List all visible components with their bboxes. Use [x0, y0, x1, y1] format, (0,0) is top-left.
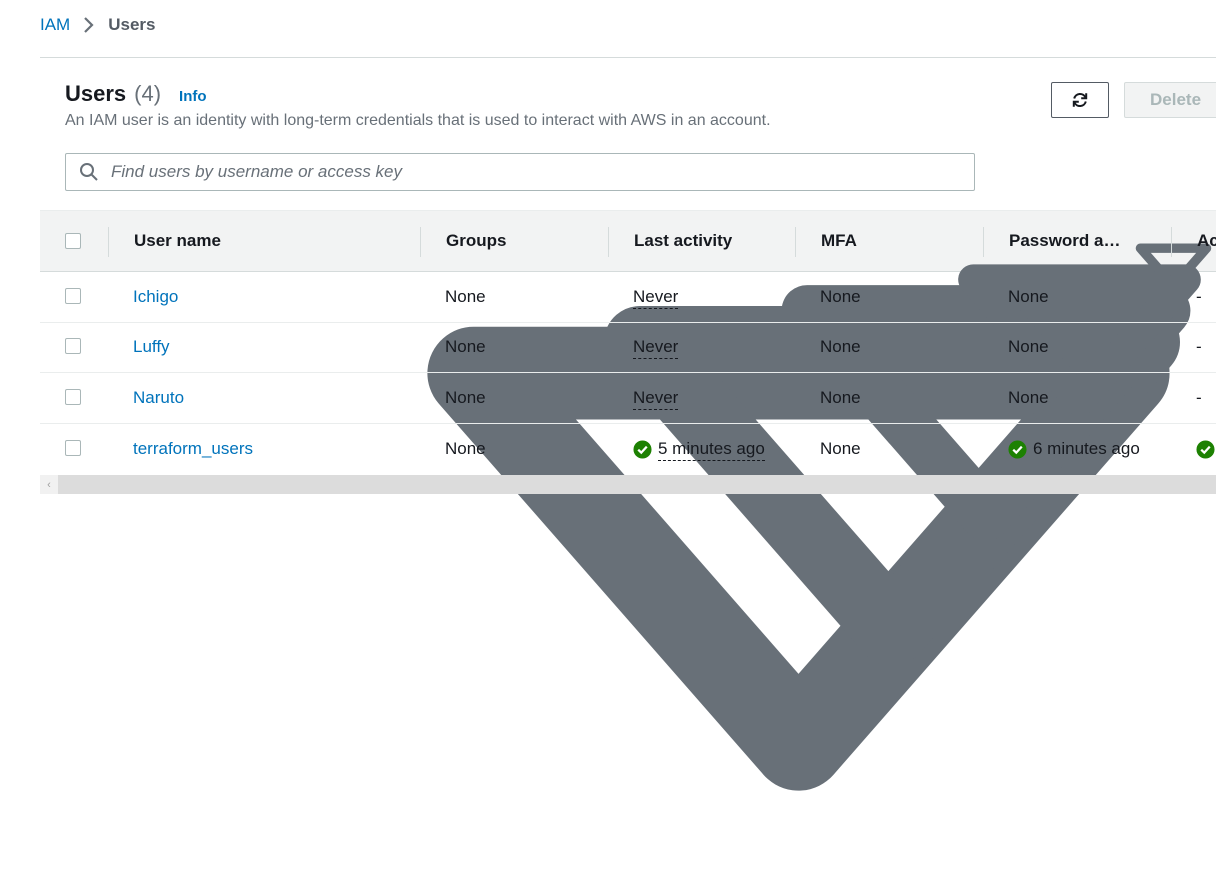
column-label: Ac — [1197, 231, 1216, 250]
horizontal-scrollbar[interactable]: ‹ — [40, 475, 1216, 494]
breadcrumb-iam-link[interactable]: IAM — [40, 15, 70, 35]
user-name-link[interactable]: Ichigo — [133, 272, 178, 322]
row-checkbox[interactable] — [65, 389, 81, 405]
groups-cell: None — [445, 439, 486, 458]
table-row: Luffy None Never None None - — [40, 322, 1216, 373]
column-label: Last activity — [634, 231, 733, 250]
mfa-cell: None — [820, 337, 861, 356]
panel-header: Users (4) Info An IAM user is an identit… — [40, 58, 1216, 210]
last-activity-value[interactable]: Never — [633, 387, 679, 410]
column-divider — [420, 227, 421, 257]
table-row: terraform_users None 5 minutes ago None … — [40, 424, 1216, 474]
success-check-icon — [1196, 439, 1215, 459]
breadcrumb: IAM Users — [40, 14, 156, 36]
user-count: (4) — [134, 81, 162, 106]
column-header-password-age[interactable]: Password a… — [1009, 211, 1121, 271]
access-key-cell: - — [1196, 322, 1202, 372]
column-header-access[interactable]: Ac — [1197, 211, 1216, 271]
column-divider — [983, 227, 984, 257]
page-description: An IAM user is an identity with long-ter… — [65, 112, 771, 129]
access-key-cell: - — [1196, 272, 1202, 322]
scroll-left-arrow-icon[interactable]: ‹ — [40, 475, 58, 494]
success-check-icon — [1008, 439, 1027, 459]
column-divider — [608, 227, 609, 257]
column-header-last-activity[interactable]: Last activity — [634, 211, 732, 271]
info-link[interactable]: Info — [179, 88, 207, 105]
row-checkbox[interactable] — [65, 288, 81, 304]
refresh-button[interactable] — [1051, 82, 1109, 118]
groups-cell: None — [445, 388, 486, 407]
column-label: User name — [134, 231, 221, 250]
last-activity-value[interactable]: 5 minutes ago — [658, 438, 765, 461]
success-check-icon — [633, 439, 652, 459]
search-icon — [80, 163, 98, 181]
column-divider — [1171, 227, 1172, 257]
column-label: Password a… — [1009, 231, 1121, 250]
search-field[interactable] — [65, 153, 975, 191]
breadcrumb-current: Users — [108, 15, 156, 34]
access-key-cell — [1196, 424, 1216, 474]
access-key-cell: - — [1196, 373, 1202, 423]
select-all-checkbox[interactable] — [65, 233, 81, 249]
access-key-value: - — [1196, 337, 1202, 356]
last-activity-value[interactable]: Never — [633, 286, 679, 309]
row-checkbox[interactable] — [65, 440, 81, 456]
password-age-value: None — [1008, 287, 1049, 306]
title-text: Users — [65, 81, 127, 106]
password-age-cell: None — [1008, 272, 1049, 322]
column-header-user-name[interactable]: User name — [134, 211, 221, 271]
column-header-groups[interactable]: Groups — [446, 211, 506, 271]
delete-button[interactable]: Delete — [1124, 82, 1216, 118]
column-divider — [108, 227, 109, 257]
chevron-right-icon — [78, 14, 100, 36]
last-activity-cell: Never — [633, 272, 679, 322]
access-key-value: - — [1196, 388, 1202, 407]
user-name-link[interactable]: Naruto — [133, 373, 184, 423]
password-age-value: 6 minutes ago — [1033, 439, 1140, 458]
refresh-icon — [1072, 92, 1088, 108]
table-header: User name Groups Last activity MFA Passw… — [40, 210, 1216, 791]
password-age-cell: 6 minutes ago — [1008, 424, 1140, 474]
column-label: Groups — [446, 231, 507, 250]
column-label: MFA — [821, 231, 857, 250]
mfa-cell: None — [820, 287, 861, 306]
search-input[interactable] — [109, 161, 913, 183]
user-name-link[interactable]: terraform_users — [133, 424, 253, 474]
row-checkbox[interactable] — [65, 338, 81, 354]
table-row: Ichigo None Never None None - — [40, 272, 1216, 323]
last-activity-cell: Never — [633, 373, 679, 423]
table-row: Naruto None Never None None - — [40, 373, 1216, 424]
mfa-cell: None — [820, 388, 861, 407]
page-title: Users (4) Info — [65, 81, 207, 107]
password-age-value: None — [1008, 337, 1049, 356]
groups-cell: None — [445, 287, 486, 306]
last-activity-cell: Never — [633, 322, 679, 372]
users-panel: Users (4) Info An IAM user is an identit… — [40, 57, 1216, 791]
groups-cell: None — [445, 337, 486, 356]
last-activity-value[interactable]: Never — [633, 336, 679, 359]
password-age-cell: None — [1008, 373, 1049, 423]
column-header-mfa[interactable]: MFA — [821, 211, 857, 271]
user-name-link[interactable]: Luffy — [133, 322, 170, 372]
column-divider — [795, 227, 796, 257]
password-age-cell: None — [1008, 322, 1049, 372]
last-activity-cell: 5 minutes ago — [633, 424, 765, 474]
access-key-value: - — [1196, 287, 1202, 306]
password-age-value: None — [1008, 388, 1049, 407]
mfa-cell: None — [820, 439, 861, 458]
